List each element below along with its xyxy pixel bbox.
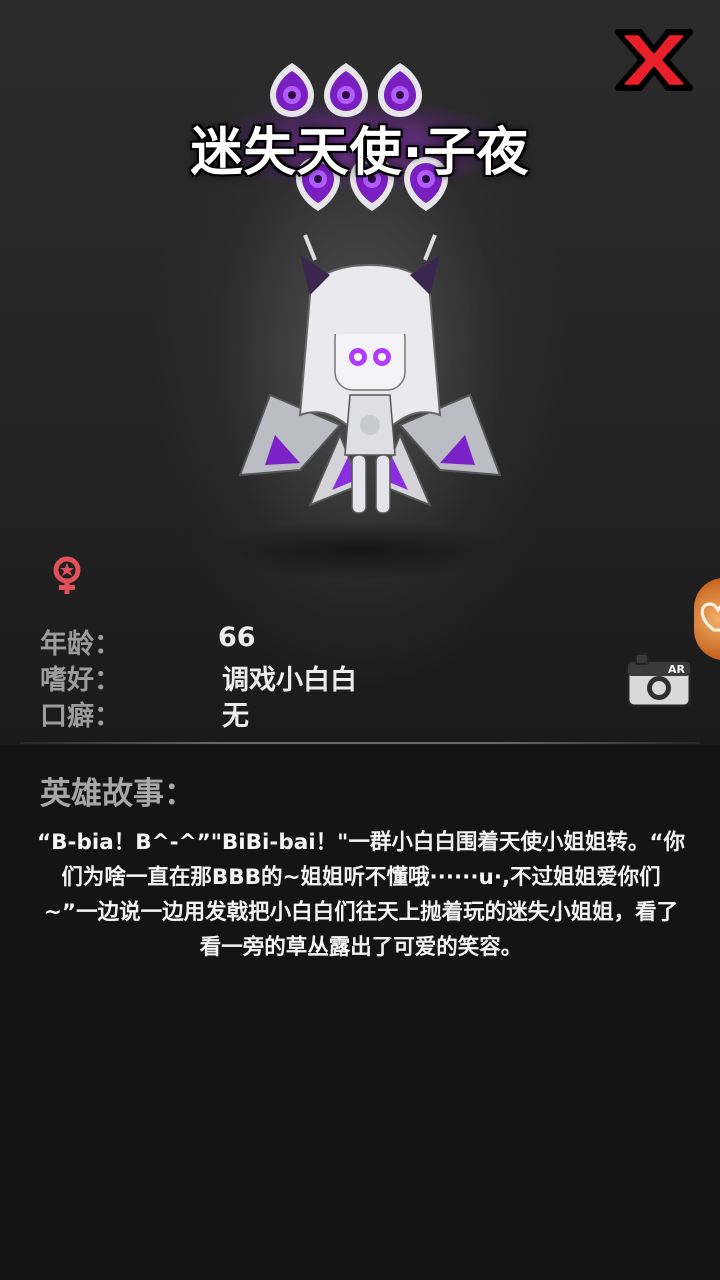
star-icon	[378, 63, 422, 117]
side-tab-button[interactable]	[694, 578, 720, 660]
hero-name: 迷失天使·子夜	[190, 123, 530, 183]
catchphrase-value: 无	[222, 701, 249, 732]
ar-label: AR	[668, 663, 686, 676]
catchphrase-label: 口癖：	[40, 701, 121, 732]
section-divider	[20, 742, 700, 744]
star-icon	[324, 63, 368, 117]
female-icon	[50, 556, 84, 596]
age-value: 66	[218, 622, 256, 653]
heart-tab-icon	[700, 602, 720, 632]
hero-character-image	[230, 225, 510, 535]
age-label: 年龄：	[40, 629, 121, 660]
story-text: “B-bia！B^-^”"BiBi-bai！"一群小白白围着天使小姐姐转。“你们…	[37, 830, 685, 960]
hero-title-area: 迷失天使·子夜	[0, 55, 720, 225]
hobby-label: 嗜好：	[40, 665, 121, 696]
story-heading: 英雄故事：	[40, 776, 195, 812]
hobby-value: 调戏小白白	[222, 665, 357, 696]
ar-camera-button[interactable]: AR	[624, 650, 694, 710]
ar-camera-icon: AR	[626, 653, 692, 708]
star-icon	[270, 63, 314, 117]
